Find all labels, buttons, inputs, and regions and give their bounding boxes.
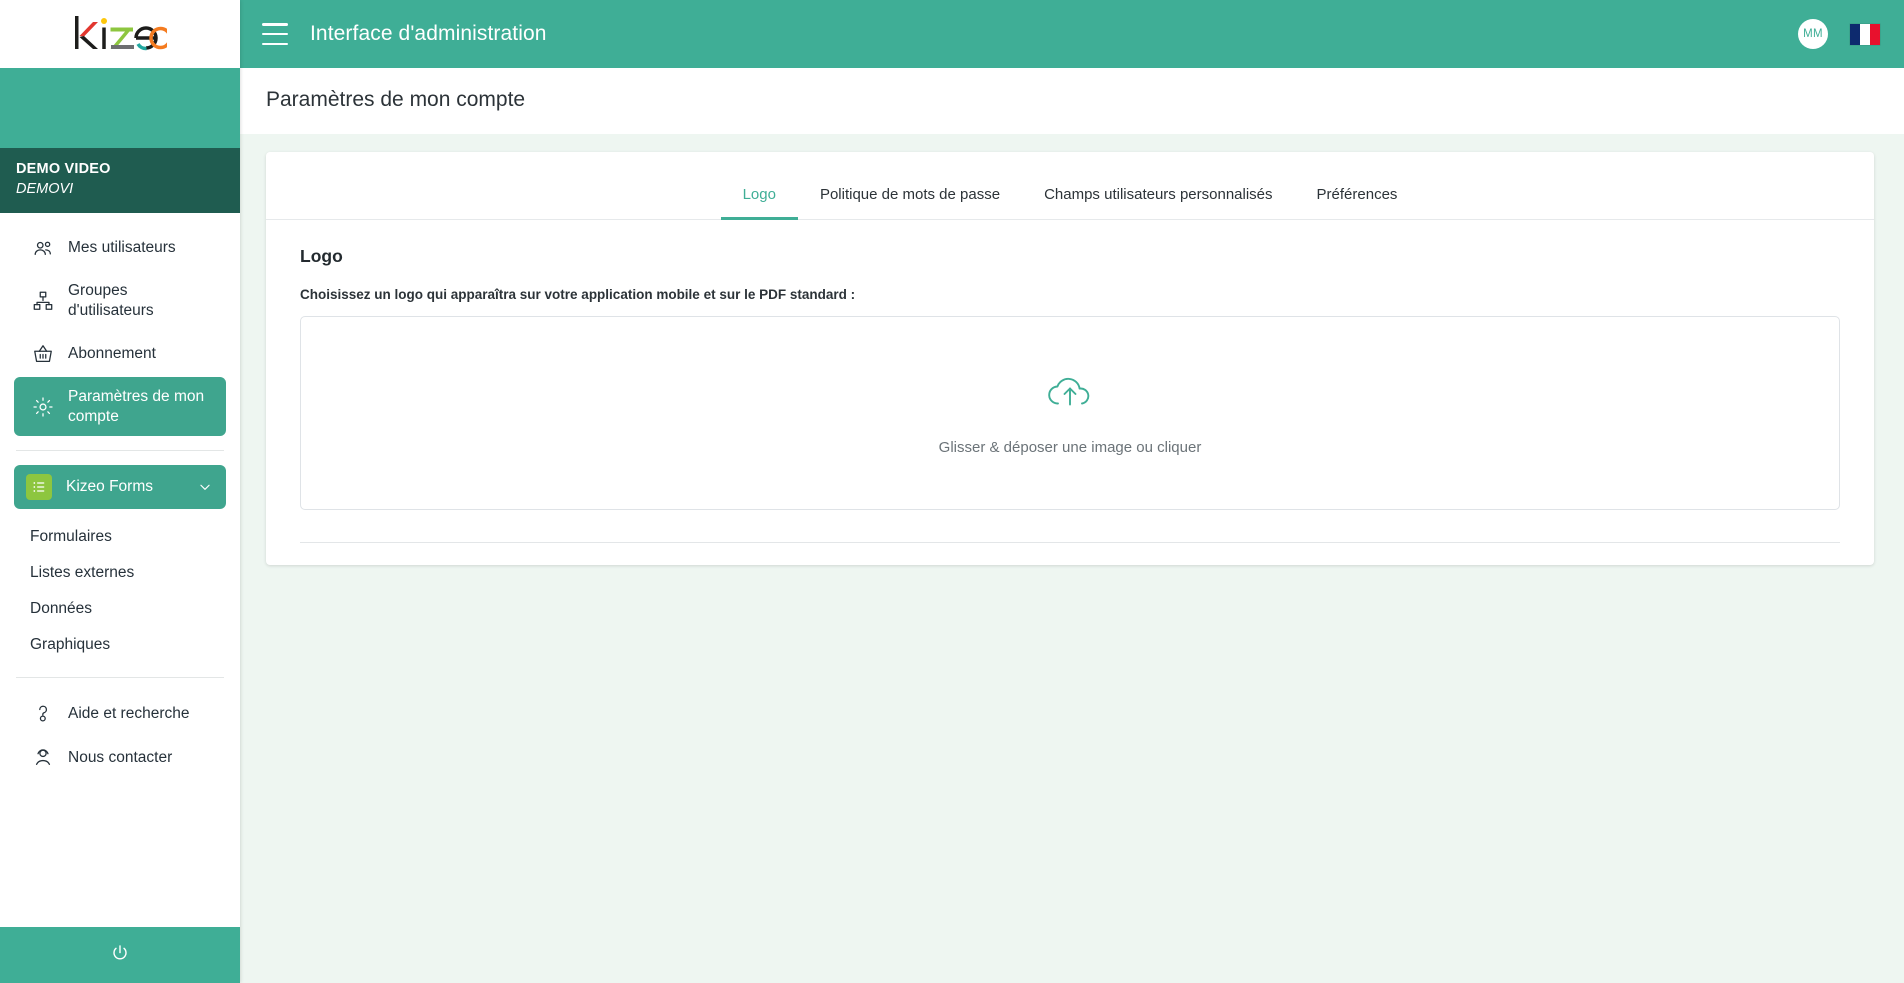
sidebar-divider-2	[16, 677, 224, 679]
chevron-down-icon	[198, 480, 212, 494]
card-divider	[300, 542, 1840, 543]
brand-logo[interactable]	[0, 0, 240, 68]
account-name: DEMO VIDEO	[16, 161, 111, 177]
france-flag-icon[interactable]	[1850, 23, 1880, 45]
tab-preferences[interactable]: Préférences	[1295, 174, 1420, 220]
main-area: Interface d'administration MM Paramètres…	[240, 0, 1904, 983]
kizeo-logo-icon	[75, 16, 167, 51]
hamburger-menu-icon[interactable]	[262, 23, 288, 45]
logout-button[interactable]	[0, 927, 240, 983]
sidebar-item-abonnement[interactable]: Abonnement	[14, 333, 226, 375]
topbar-actions: MM	[1798, 19, 1880, 49]
cloud-upload-icon	[1044, 370, 1096, 417]
content-area: Logo Politique de mots de passe Champs u…	[240, 134, 1904, 983]
sidebar-nav: Mes utilisateurs Groupes d'utilisateurs	[0, 213, 240, 927]
tab-logo[interactable]: Logo	[720, 174, 798, 220]
page-title: Paramètres de mon compte	[266, 88, 526, 111]
sidebar: DEMO VIDEO DEMOVI Mes utilisateurs Group…	[0, 0, 240, 983]
sidebar-item-donnees[interactable]: Données	[0, 591, 240, 627]
section-title: Logo	[300, 246, 343, 266]
account-banner: DEMO VIDEO DEMOVI	[0, 148, 240, 214]
app-root: DEMO VIDEO DEMOVI Mes utilisateurs Group…	[0, 0, 1904, 983]
page-header: Paramètres de mon compte	[240, 68, 1904, 134]
settings-card: Logo Politique de mots de passe Champs u…	[266, 152, 1874, 565]
sidebar-item-listes-externes[interactable]: Listes externes	[0, 555, 240, 591]
list-icon	[26, 474, 52, 501]
tab-champs-utilisateurs-personnalises[interactable]: Champs utilisateurs personnalisés	[1022, 174, 1294, 220]
sidebar-item-mes-utilisateurs[interactable]: Mes utilisateurs	[14, 227, 226, 269]
sidebar-item-label: Abonnement	[68, 344, 156, 362]
sidebar-item-label: Nous contacter	[68, 748, 173, 766]
sidebar-item-label: Aide et recherche	[68, 704, 190, 722]
top-bar: Interface d'administration MM	[240, 0, 1904, 68]
dropzone-text: Glisser & déposer une image ou cliquer	[938, 439, 1202, 456]
sidebar-item-aide-et-recherche[interactable]: Aide et recherche	[14, 692, 226, 734]
sidebar-divider-1	[16, 450, 224, 452]
gear-icon	[32, 396, 54, 418]
avatar[interactable]: MM	[1798, 19, 1828, 49]
topbar-title: Interface d'administration	[310, 22, 547, 45]
sidebar-subitems: Formulaires Listes externes Données Grap…	[0, 519, 240, 663]
users-icon	[32, 237, 54, 259]
power-icon	[110, 943, 130, 968]
headset-icon	[32, 746, 54, 768]
tab-politique-de-mots-de-passe[interactable]: Politique de mots de passe	[798, 174, 1022, 220]
sidebar-item-label: Groupes d'utilisateurs	[68, 282, 154, 319]
basket-icon	[32, 343, 54, 365]
sidebar-item-parametres-de-mon-compte[interactable]: Paramètres de mon compte	[14, 376, 226, 437]
account-code: DEMOVI	[16, 180, 74, 197]
sidebar-item-nous-contacter[interactable]: Nous contacter	[14, 736, 226, 778]
section-label: Kizeo Forms	[66, 478, 153, 496]
org-chart-icon	[32, 290, 54, 312]
section-description: Choisissez un logo qui apparaîtra sur vo…	[300, 287, 856, 302]
sidebar-item-groupes-utilisateurs[interactable]: Groupes d'utilisateurs	[14, 271, 226, 331]
sidebar-brand-band	[0, 68, 240, 148]
sidebar-footer-links: Aide et recherche Nous contacter	[0, 692, 240, 778]
sidebar-section-kizeo-forms[interactable]: Kizeo Forms	[14, 465, 226, 510]
sidebar-item-graphiques[interactable]: Graphiques	[0, 627, 240, 663]
sidebar-item-formulaires[interactable]: Formulaires	[0, 519, 240, 555]
logo-dropzone[interactable]: Glisser & déposer une image ou cliquer	[300, 316, 1840, 510]
question-mark-icon	[32, 702, 54, 724]
tab-bar: Logo Politique de mots de passe Champs u…	[266, 152, 1874, 220]
sidebar-item-label: Mes utilisateurs	[68, 239, 176, 257]
logo-panel: Logo Choisissez un logo qui apparaîtra s…	[266, 220, 1874, 510]
sidebar-item-label: Paramètres de mon compte	[68, 387, 205, 425]
